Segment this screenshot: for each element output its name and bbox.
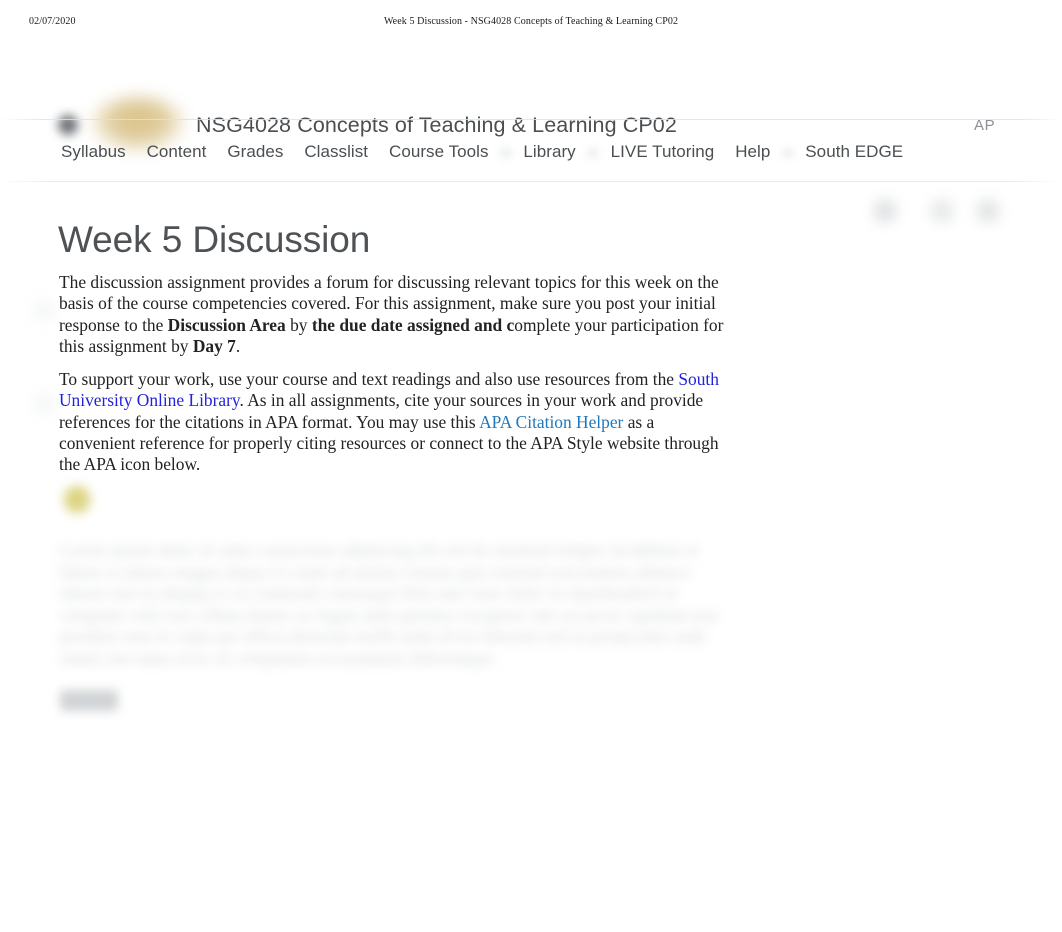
course-title: NSG4028 Concepts of Teaching & Learning … [196,113,677,137]
margin-artifact [30,298,58,324]
hamburger-menu-icon[interactable] [58,115,78,135]
chevron-down-icon[interactable] [496,146,515,160]
link-apa-citation-helper[interactable]: APA Citation Helper [479,412,623,432]
nav-item-south-edge[interactable]: South EDGE [805,142,903,162]
para1-text4: . [235,335,241,356]
discussion-area-emphasis: Discussion Area [167,314,286,335]
nav-item-course-tools[interactable]: Course Tools [389,142,489,162]
redacted-paragraph: Lorem ipsum dolor sit amet consectetur a… [60,540,719,668]
day7-emphasis: Day 7 [192,335,236,356]
margin-artifact [30,390,58,416]
due-date-emphasis: the due date assigned and c [311,314,515,335]
page-root: { "print_header": { "date": "02/07/2020"… [0,0,1062,932]
nav-item-library[interactable]: Library [523,142,575,162]
course-navbar: Syllabus Content Grades Classlist Course… [0,142,1062,172]
nav-item-live-tutoring[interactable]: LIVE Tutoring [611,142,715,162]
print-page-title: Week 5 Discussion - NSG4028 Concepts of … [383,16,679,27]
print-header: 02/07/2020 Week 5 Discussion - NSG4028 C… [0,14,1062,32]
site-header: NSG4028 Concepts of Teaching & Learning … [0,45,1062,151]
para2-text1: To support your work, use your course an… [59,369,679,390]
print-icon[interactable] [870,196,900,226]
settings-icon[interactable] [927,196,957,226]
apa-style-icon[interactable] [62,484,92,516]
page-title: Week 5 Discussion [58,218,371,260]
nav-item-help[interactable]: Help [735,142,770,162]
nav-item-grades[interactable]: Grades [227,142,283,162]
paragraph-instructions: The discussion assignment provides a for… [59,272,727,357]
nav-item-syllabus[interactable]: Syllabus [61,142,126,162]
header-divider [0,119,1062,120]
paragraph-resources: To support your work, use your course an… [59,369,727,475]
chevron-down-icon[interactable] [584,146,603,160]
redacted-button[interactable] [60,690,118,711]
nav-item-content[interactable]: Content [147,142,207,162]
para1-text2: by [285,314,312,335]
discussion-description: The discussion assignment provides a for… [59,272,727,488]
chevron-down-icon[interactable] [778,146,797,160]
nav-divider [0,181,1062,182]
nav-item-classlist[interactable]: Classlist [304,142,368,162]
more-options-icon[interactable] [973,196,1003,226]
